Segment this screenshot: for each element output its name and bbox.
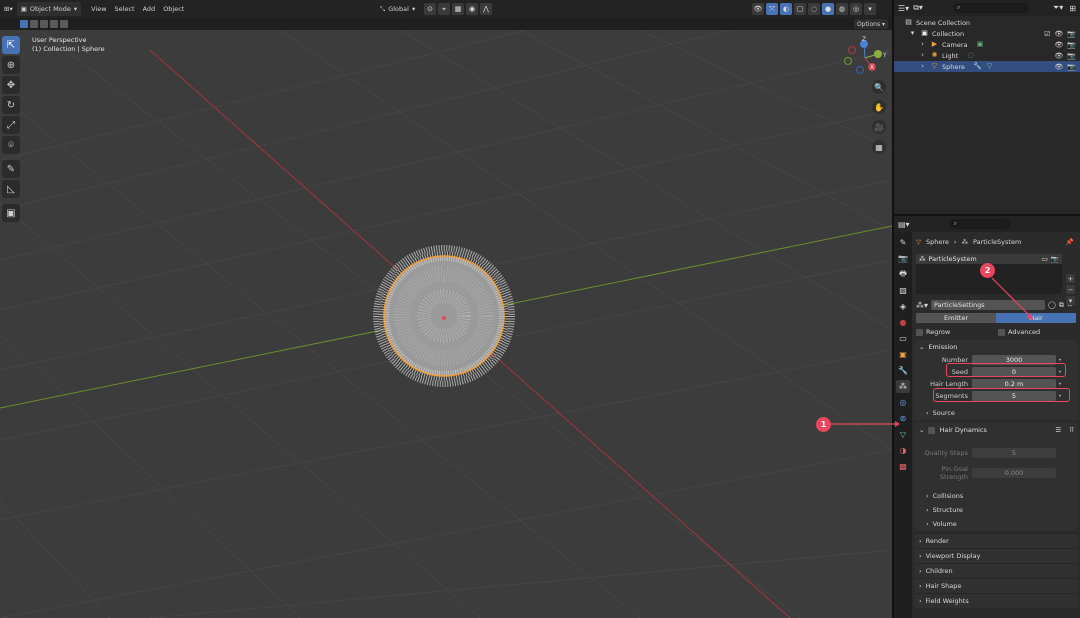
annotation-badge-1: 1: [816, 417, 831, 432]
annotation-badge-2: 2: [980, 263, 995, 278]
annotation-arrows: [830, 277, 1033, 427]
